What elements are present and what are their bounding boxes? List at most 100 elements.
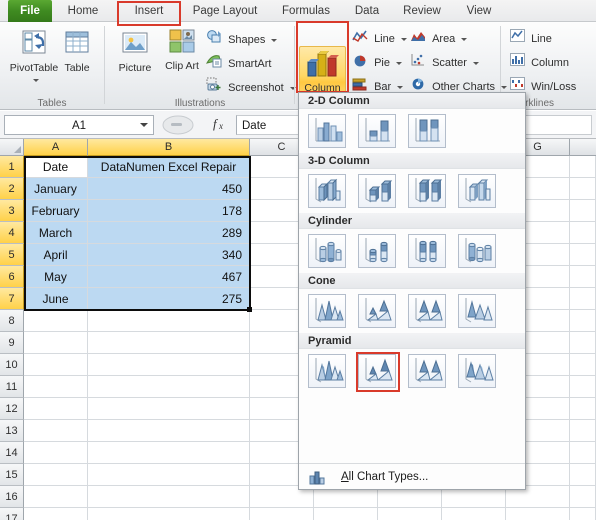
gallery-item-100-percent-stacked-cone[interactable] [408,294,447,328]
gallery-item-100-percent-stacked-pyramid[interactable] [408,354,447,388]
row-header-6[interactable]: 6 [0,266,24,288]
chevron-down-icon[interactable] [472,62,479,65]
gallery-item-clustered-pyramid[interactable] [308,354,346,388]
row-header-2[interactable]: 2 [0,178,24,200]
cell-a7[interactable]: June [24,288,88,310]
name-box[interactable]: A1 [4,115,154,135]
cell-empty[interactable] [570,332,596,354]
cell-empty[interactable] [88,486,250,508]
gallery-item-3d-column[interactable] [458,174,497,208]
cell-b4[interactable]: 289 [88,222,250,244]
tab-review[interactable]: Review [396,0,448,22]
gallery-item-3d-cylinder[interactable] [458,234,497,268]
scatter-chart-button[interactable]: Scatter [410,53,479,72]
chevron-down-icon[interactable] [271,39,278,42]
row-header-9[interactable]: 9 [0,332,24,354]
cell-a6[interactable]: May [24,266,88,288]
cell-b3[interactable]: 178 [88,200,250,222]
row-header-12[interactable]: 12 [0,398,24,420]
cell-empty[interactable] [314,508,378,520]
row-header-14[interactable]: 14 [0,442,24,464]
cell-empty[interactable] [570,376,596,398]
tab-file[interactable]: File [8,0,52,22]
pie-chart-button[interactable]: Pie [352,53,403,72]
cell-empty[interactable] [88,310,250,332]
cell-a4[interactable]: March [24,222,88,244]
area-chart-button[interactable]: Area [410,29,468,48]
cell-empty[interactable] [88,398,250,420]
cell-empty[interactable] [570,486,596,508]
cell-empty[interactable] [24,486,88,508]
cell-empty[interactable] [88,332,250,354]
select-all-corner[interactable] [0,139,24,156]
row-header-17[interactable]: 17 [0,508,24,520]
cell-empty[interactable] [88,376,250,398]
cell-empty[interactable] [570,288,596,310]
cell-empty[interactable] [570,398,596,420]
cell-empty[interactable] [24,376,88,398]
cell-a1[interactable]: Date [24,156,88,178]
shapes-button[interactable]: Shapes [206,29,278,48]
sparkline-column-button[interactable]: Column [510,53,569,72]
cell-empty[interactable] [570,222,596,244]
chevron-down-icon[interactable] [396,62,403,65]
cell-empty[interactable] [570,508,596,520]
cell-empty[interactable] [24,398,88,420]
smartart-button[interactable]: SmartArt [206,53,271,72]
cell-empty[interactable] [24,464,88,486]
gallery-item-stacked-cylinder[interactable] [358,234,397,268]
cell-empty[interactable] [24,420,88,442]
gallery-item-3d-pyramid[interactable] [458,354,497,388]
row-header-7[interactable]: 7 [0,288,24,310]
gallery-item-clustered-cylinder[interactable] [308,234,346,268]
cell-b2[interactable]: 450 [88,178,250,200]
cell-empty[interactable] [570,244,596,266]
chevron-down-icon[interactable] [461,38,468,41]
screenshot-button[interactable]: Screenshot [206,77,296,96]
cell-empty[interactable] [250,508,314,520]
chevron-down-icon[interactable] [400,38,407,41]
cell-empty[interactable] [442,508,506,520]
gallery-item-stacked-pyramid[interactable] [356,352,401,392]
cell-empty[interactable] [570,310,596,332]
tab-formulas[interactable]: Formulas [275,0,337,22]
selection-fill-handle[interactable] [247,307,252,312]
cell-empty[interactable] [24,354,88,376]
cell-empty[interactable] [24,508,88,520]
tab-page-layout[interactable]: Page Layout [185,0,265,22]
tab-data[interactable]: Data [346,0,388,22]
cell-b1[interactable]: DataNumen Excel Repair [88,156,250,178]
gallery-item-3d-clustered-column[interactable] [308,174,346,208]
clip-art-button[interactable]: Clip Art [162,28,202,71]
cell-empty[interactable] [24,310,88,332]
cell-empty[interactable] [88,420,250,442]
chevron-down-icon[interactable] [397,86,404,89]
cell-a3[interactable]: February [24,200,88,222]
tab-view[interactable]: View [458,0,500,22]
cell-b6[interactable]: 467 [88,266,250,288]
sparkline-line-button[interactable]: Line [510,29,552,48]
cell-empty[interactable] [24,332,88,354]
cell-b7[interactable]: 275 [88,288,250,310]
row-header-13[interactable]: 13 [0,420,24,442]
cell-empty[interactable] [570,178,596,200]
gallery-item-stacked-column[interactable] [358,114,397,148]
gallery-item-clustered-cone[interactable] [308,294,346,328]
row-header-11[interactable]: 11 [0,376,24,398]
cell-empty[interactable] [506,508,570,520]
row-header-5[interactable]: 5 [0,244,24,266]
tab-insert[interactable]: Insert [119,0,179,22]
cell-empty[interactable] [570,464,596,486]
gallery-item-3d-stacked-column[interactable] [358,174,397,208]
row-header-1[interactable]: 1 [0,156,24,178]
row-header-8[interactable]: 8 [0,310,24,332]
cell-empty[interactable] [24,442,88,464]
insert-function-icon[interactable]: f x [212,116,228,136]
cell-empty[interactable] [88,442,250,464]
cell-empty[interactable] [570,354,596,376]
gallery-item-3d-100-percent-stacked-column[interactable] [408,174,447,208]
gallery-item-3d-cone[interactable] [458,294,497,328]
cell-empty[interactable] [88,354,250,376]
cell-empty[interactable] [378,508,442,520]
column-header-b[interactable]: B [88,139,250,156]
